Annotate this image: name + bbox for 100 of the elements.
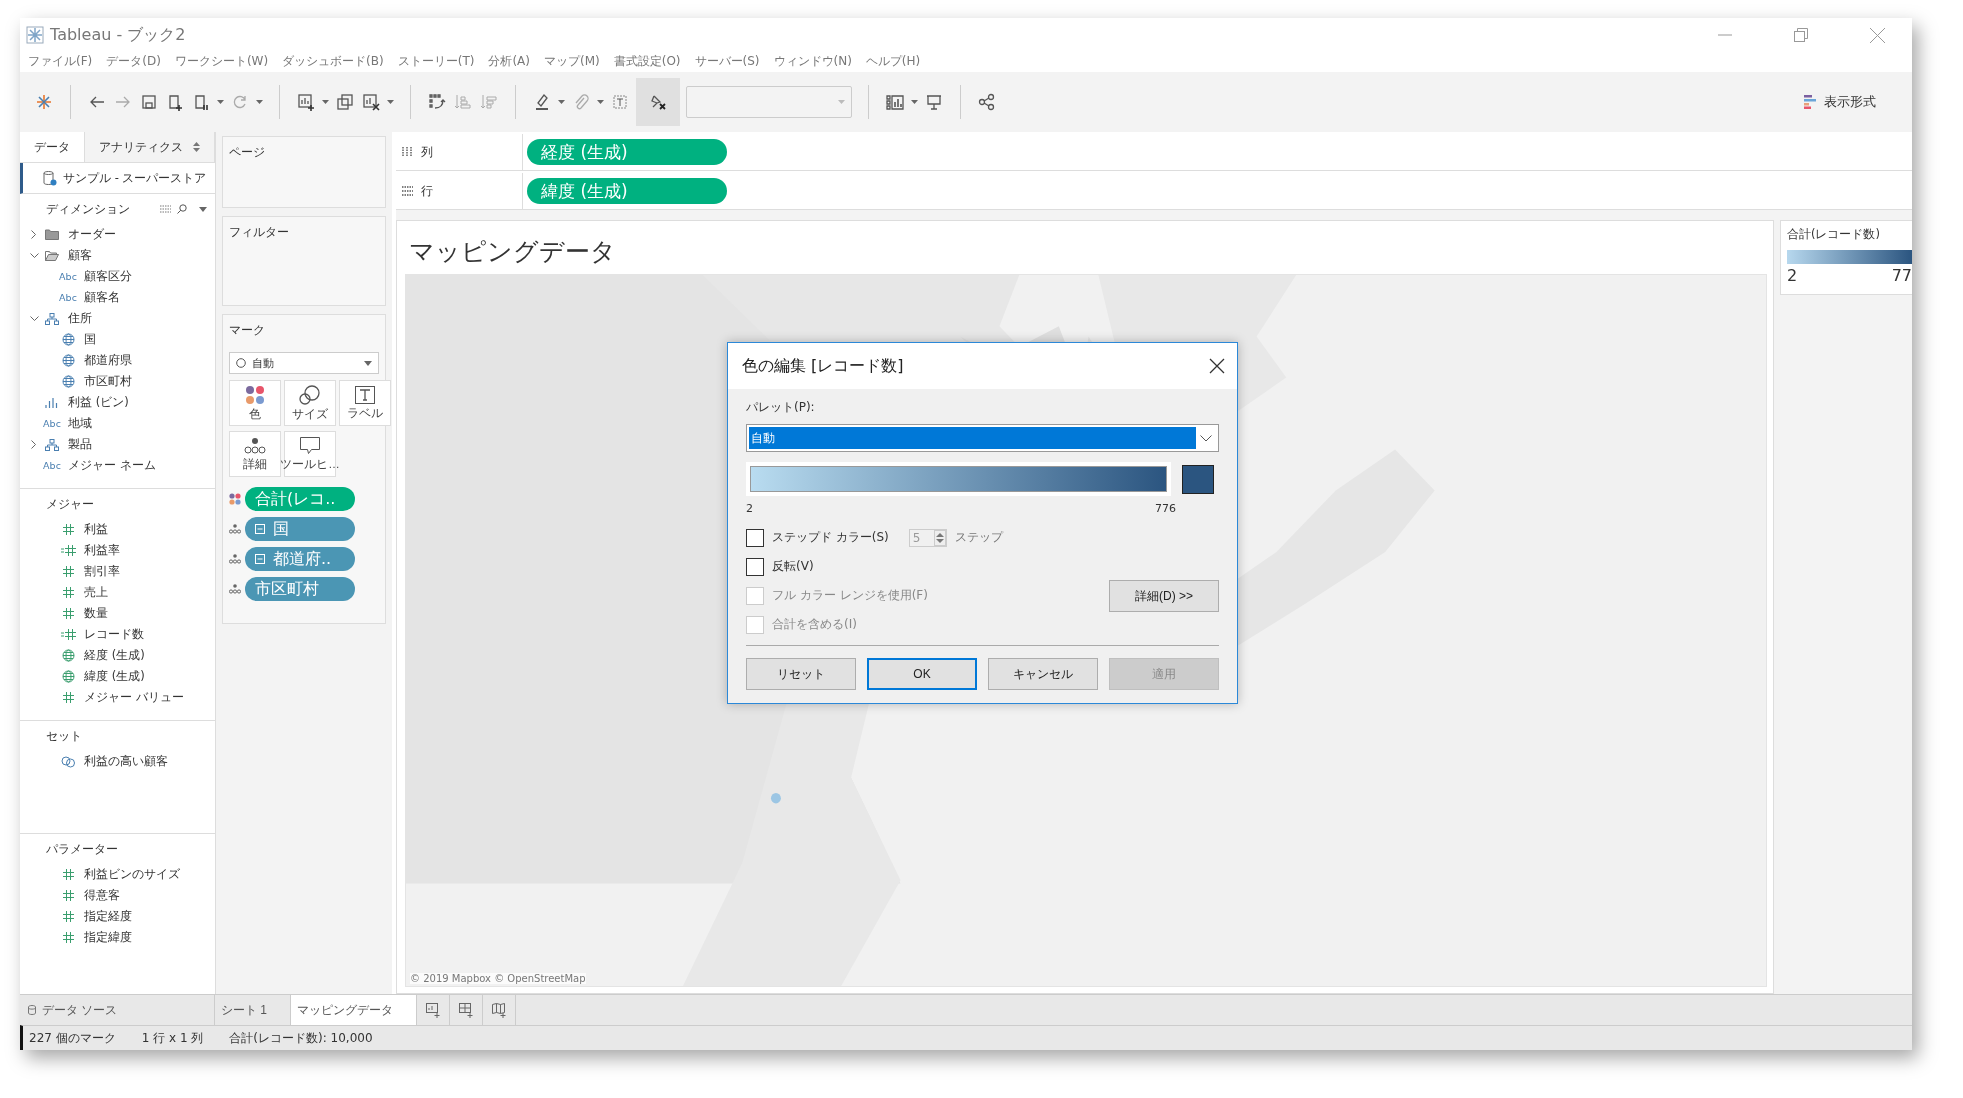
marks-card-button[interactable]: ラベル [339, 380, 391, 426]
field-name[interactable]: 利益 [84, 522, 108, 537]
range-max: 776 [1155, 502, 1176, 515]
new-story-icon[interactable] [492, 1002, 506, 1018]
collapse-icon[interactable] [255, 554, 265, 564]
checkbox[interactable] [746, 528, 764, 547]
field-name[interactable]: 市区町村 [84, 374, 132, 389]
hash-icon [62, 608, 74, 619]
presentation-icon[interactable] [924, 92, 944, 112]
field-name[interactable]: レコード数 [84, 627, 144, 642]
field-name[interactable]: 割引率 [84, 564, 120, 579]
duplicate-sheet-icon[interactable] [335, 92, 355, 112]
dialog-button[interactable]: キャンセル [988, 658, 1098, 690]
caret-icon[interactable] [597, 100, 604, 104]
chart-icon[interactable] [885, 92, 905, 112]
caret-icon[interactable] [558, 100, 565, 104]
mark-type-dropdown[interactable]: 自動 [229, 352, 379, 374]
field-name[interactable]: 数量 [84, 606, 108, 621]
show-me-button[interactable]: 表示形式 [1804, 93, 1876, 111]
field-name[interactable]: オーダー [68, 227, 116, 242]
checkbox[interactable] [746, 557, 764, 576]
section-title: ディメンション [46, 200, 130, 218]
pane-tab[interactable]: アナリティクス [85, 132, 215, 162]
caret-icon[interactable] [322, 100, 329, 104]
caret-icon[interactable] [199, 206, 207, 212]
field-name[interactable]: 住所 [68, 311, 92, 326]
field-name[interactable]: メジャー ネーム [68, 458, 156, 473]
hash-icon [62, 869, 74, 880]
field-name[interactable]: 利益ビンのサイズ [84, 867, 180, 882]
marks-card-button[interactable]: 色 [229, 380, 281, 426]
field-name[interactable]: 利益 (ビン) [68, 395, 129, 410]
field-name[interactable]: 都道府県 [84, 353, 132, 368]
sheet-tab[interactable]: マッピングデータ [291, 995, 417, 1025]
chevron-right-icon[interactable] [31, 440, 37, 449]
dialog-button[interactable]: リセット [746, 658, 856, 690]
field-name[interactable]: 顧客区分 [84, 269, 132, 284]
text-type-icon: Abc [59, 271, 77, 282]
card-title: マーク [229, 323, 266, 338]
menu-item[interactable]: 書式設定(O) [613, 52, 681, 70]
logo-icon[interactable] [34, 92, 54, 112]
share-icon[interactable] [977, 92, 997, 112]
menu-item[interactable]: ダッシュボード(B) [282, 52, 384, 70]
menu-item[interactable]: ワークシート(W) [174, 52, 269, 70]
shelf-label: 行 [421, 183, 433, 199]
open-folder-icon [45, 250, 59, 261]
field-name[interactable]: 製品 [68, 437, 92, 452]
details-button[interactable]: 詳細(D) >> [1109, 580, 1219, 612]
palette-label: パレット(P): [746, 399, 816, 416]
field-name[interactable]: 経度 (生成) [84, 648, 145, 663]
menu-item[interactable]: ヘルプ(H) [865, 52, 921, 70]
menu-item[interactable]: ファイル(F) [28, 52, 93, 70]
caret-icon[interactable] [256, 100, 263, 104]
search-icon[interactable] [177, 204, 187, 214]
clear-sheet-icon[interactable] [361, 92, 381, 112]
field-name[interactable]: 利益の高い顧客 [84, 754, 168, 769]
data-source-name[interactable]: サンプル - スーパーストア [63, 170, 207, 186]
field-name[interactable]: 指定緯度 [84, 930, 132, 945]
restore-icon[interactable] [1794, 28, 1808, 42]
calculated-number-icon [60, 629, 76, 640]
field-name[interactable]: 売上 [84, 585, 108, 600]
menu-item[interactable]: ストーリー(T) [397, 52, 475, 70]
chevron-right-icon[interactable] [31, 230, 37, 239]
field-name[interactable]: 緯度 (生成) [84, 669, 145, 684]
menu-item[interactable]: マップ(M) [544, 52, 600, 70]
field-name[interactable]: 国 [84, 332, 96, 347]
swap-icon[interactable] [427, 92, 447, 112]
pane-tab[interactable]: データ [20, 132, 85, 162]
field-name[interactable]: 得意客 [84, 888, 120, 903]
field-name[interactable]: メジャー バリュー [84, 690, 184, 705]
caret-icon[interactable] [217, 100, 224, 104]
caret-icon[interactable] [387, 100, 394, 104]
caret-icon[interactable] [911, 100, 918, 104]
field-name[interactable]: 顧客名 [84, 290, 120, 305]
menu-item[interactable]: データ(D) [106, 52, 161, 70]
menu-item[interactable]: 分析(A) [488, 52, 530, 70]
database-icon [28, 1005, 36, 1015]
option-label: 反転(V) [772, 558, 814, 575]
marks-card-button[interactable]: サイズ [284, 380, 336, 426]
field-name[interactable]: 利益率 [84, 543, 120, 558]
close-icon[interactable] [1209, 358, 1225, 374]
field-name[interactable]: 指定経度 [84, 909, 132, 924]
menu-item[interactable]: ウィンドウ(N) [773, 52, 852, 70]
marks-card-button[interactable]: 詳細 [229, 431, 281, 477]
color-dots-icon [245, 384, 265, 405]
menu-item[interactable]: サーバー(S) [694, 52, 760, 70]
new-worksheet-icon[interactable] [426, 1002, 440, 1018]
new-worksheet-icon[interactable] [296, 92, 316, 112]
chevron-down-icon[interactable] [29, 252, 39, 259]
logo-icon [26, 26, 44, 44]
collapse-icon[interactable] [255, 524, 265, 534]
field-name[interactable]: 顧客 [68, 248, 92, 263]
save-icon[interactable] [139, 92, 159, 112]
color-swatch[interactable] [1182, 464, 1214, 494]
dialog-button[interactable]: OK [867, 658, 977, 690]
bar-chart-icon [1804, 95, 1818, 109]
palette-dropdown[interactable]: 自動 [746, 424, 1219, 452]
new-dashboard-icon[interactable] [459, 1002, 473, 1018]
dialog-title: 色の編集 [レコード数] [742, 355, 904, 377]
chevron-down-icon[interactable] [29, 315, 39, 322]
field-name[interactable]: 地域 [68, 416, 92, 431]
